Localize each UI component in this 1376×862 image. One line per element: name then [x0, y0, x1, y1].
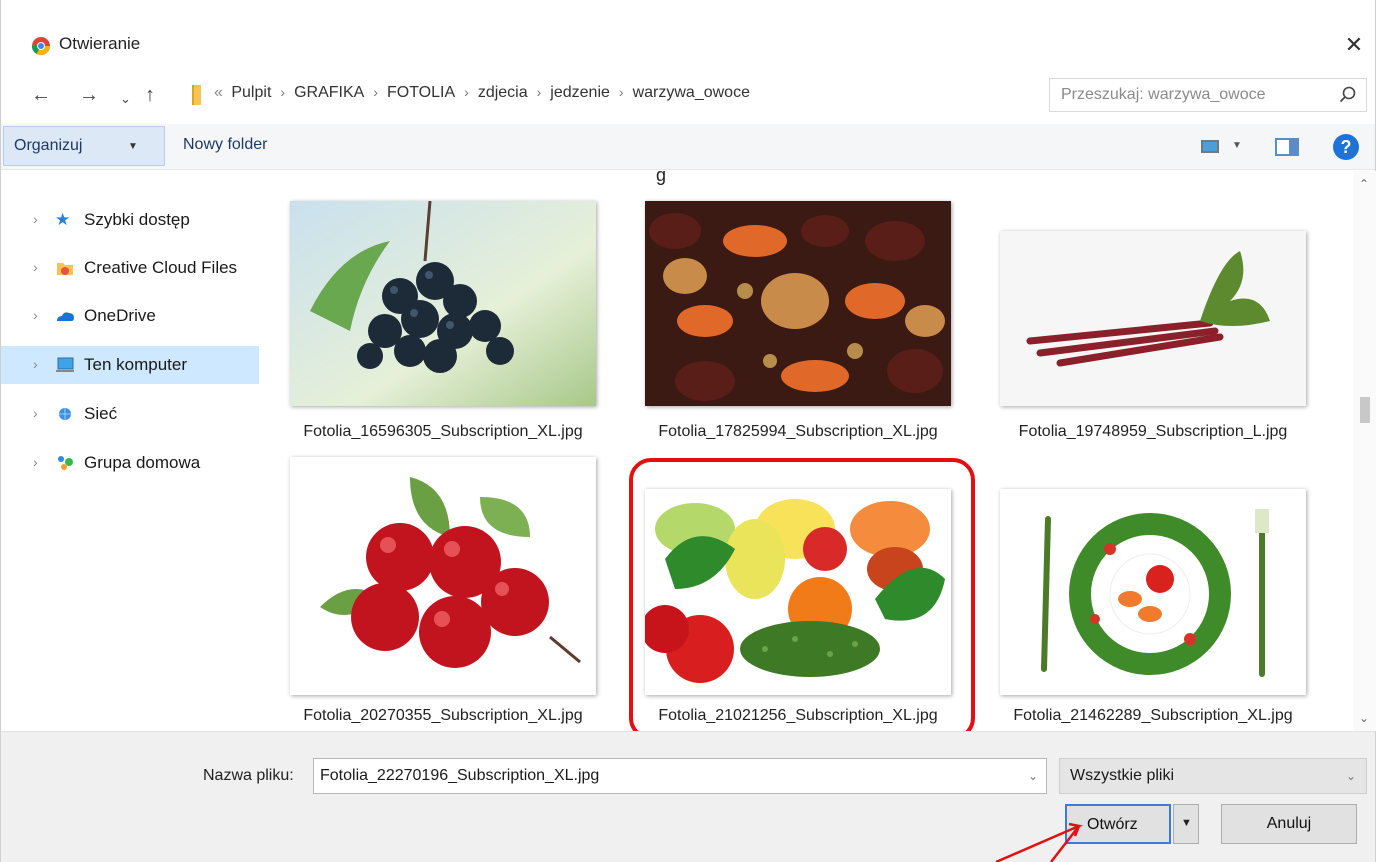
sidebar-item-onedrive[interactable]: › OneDrive: [1, 297, 259, 335]
scrollbar-thumb[interactable]: [1360, 397, 1370, 423]
file-item[interactable]: Fotolia_17825994_Subscription_XL.jpg: [638, 193, 958, 463]
preview-pane-icon[interactable]: [1275, 138, 1299, 156]
breadcrumb-separator[interactable]: ›: [610, 84, 633, 100]
partial-file-name: g: [656, 171, 667, 185]
view-options-caret-icon[interactable]: ▼: [1232, 140, 1242, 151]
sidebar-item-homegroup[interactable]: › Grupa domowa: [1, 444, 259, 482]
file-item[interactable]: Fotolia_19748959_Subscription_L.jpg: [993, 193, 1313, 463]
breadcrumb-separator[interactable]: ›: [271, 84, 294, 100]
breadcrumb-item[interactable]: Pulpit: [231, 84, 271, 101]
address-row: ← → ⌄ ↑ « Pulpit › GRAFIKA › FOTOLIA › zdjecia…: [1, 78, 1375, 114]
annotation-arrow: [995, 822, 1084, 862]
creative-cloud-icon: [55, 259, 75, 277]
navigation-pane: › ★ Szybki dostęp › Creative Cloud Files…: [1, 171, 263, 731]
sidebar-item-quick-access[interactable]: › ★ Szybki dostęp: [1, 201, 259, 239]
sidebar-item-label: Szybki dostęp: [84, 210, 190, 229]
chevron-down-icon: ⌄: [1345, 769, 1356, 783]
file-name: Fotolia_21462289_Subscription_XL.jpg: [1013, 707, 1293, 724]
file-item[interactable]: Fotolia_21462289_Subscription_XL.jpg: [993, 449, 1313, 724]
window-title: Otwieranie: [59, 34, 141, 53]
homegroup-icon: [55, 454, 75, 472]
thumbnail-image: [290, 201, 596, 406]
new-folder-button[interactable]: Nowy folder: [183, 136, 267, 154]
sidebar-item-label: Grupa domowa: [84, 453, 201, 472]
file-name: Fotolia_17825994_Subscription_XL.jpg: [658, 423, 938, 440]
open-options-button[interactable]: ▼: [1173, 804, 1199, 844]
filename-field[interactable]: Fotolia_22270196_Subscription_XL.jpg ⌄: [313, 758, 1047, 794]
change-view-icon[interactable]: [1201, 140, 1219, 153]
star-icon: ★: [55, 210, 71, 229]
organize-label: Organizuj: [14, 137, 83, 154]
command-bar: Organizuj ▼ Nowy folder ▼ ?: [1, 124, 1375, 170]
forward-button[interactable]: →: [79, 82, 99, 108]
filename-label: Nazwa pliku:: [203, 767, 294, 784]
chevron-down-icon[interactable]: ⌄: [1028, 769, 1038, 783]
footer-bar: Nazwa pliku: Fotolia_22270196_Subscripti…: [1, 731, 1375, 862]
back-button[interactable]: ←: [31, 82, 51, 108]
open-file-dialog: Otwieranie ✕ ← → ⌄ ↑ « Pulpit › GRAFIKA › FO…: [0, 0, 1376, 862]
up-button[interactable]: ↑: [145, 82, 155, 108]
recent-locations-button[interactable]: ⌄: [120, 86, 131, 112]
file-item[interactable]: Fotolia_21021256_Subscription_XL.jpg: [638, 449, 958, 724]
file-item[interactable]: Fotolia_16596305_Subscription_XL.jpg: [283, 193, 603, 463]
search-icon[interactable]: [1338, 85, 1358, 105]
search-input[interactable]: Przeszukaj: warzywa_owoce: [1049, 78, 1367, 112]
breadcrumb-item[interactable]: jedzenie: [550, 84, 610, 101]
breadcrumb-overflow[interactable]: «: [214, 84, 223, 101]
caret-down-icon: ▼: [1181, 817, 1192, 829]
thumbnail-image: [290, 457, 596, 695]
expand-chevron-icon[interactable]: ›: [33, 307, 38, 323]
breadcrumb-separator[interactable]: ›: [455, 84, 478, 100]
folder-icon: [192, 85, 201, 105]
breadcrumb-item[interactable]: FOTOLIA: [387, 84, 455, 101]
network-icon: [55, 405, 75, 423]
file-list: g Fotolia_16596305_Subscription_XL.jpg F…: [263, 171, 1353, 731]
breadcrumb-separator[interactable]: ›: [364, 84, 387, 100]
sidebar-item-creative-cloud[interactable]: › Creative Cloud Files: [1, 249, 259, 287]
title-bar: Otwieranie ✕: [1, 0, 1375, 86]
file-name: Fotolia_21021256_Subscription_XL.jpg: [658, 707, 938, 724]
expand-chevron-icon[interactable]: ›: [33, 454, 38, 470]
cancel-button[interactable]: Anuluj: [1221, 804, 1357, 844]
caret-down-icon: ▼: [128, 141, 138, 152]
filename-value: Fotolia_22270196_Subscription_XL.jpg: [320, 767, 600, 784]
breadcrumb-item[interactable]: zdjecia: [478, 84, 528, 101]
cancel-button-label: Anuluj: [1266, 815, 1312, 832]
sidebar-item-label: Ten komputer: [84, 355, 187, 374]
organize-button[interactable]: Organizuj ▼: [3, 126, 165, 166]
breadcrumb: « Pulpit › GRAFIKA › FOTOLIA › zdjecia › jedzeni…: [214, 84, 750, 102]
breadcrumb-item[interactable]: warzywa_owoce: [633, 84, 750, 101]
sidebar-item-label: Creative Cloud Files: [84, 258, 238, 277]
thumbnail-image: [1000, 489, 1306, 695]
breadcrumb-separator[interactable]: ›: [528, 84, 551, 100]
sidebar-item-this-pc[interactable]: › Ten komputer: [1, 346, 259, 384]
chrome-icon: [31, 37, 50, 56]
expand-chevron-icon[interactable]: ›: [33, 211, 38, 227]
sidebar-item-label: Sieć: [84, 404, 118, 423]
file-name: Fotolia_19748959_Subscription_L.jpg: [1018, 423, 1288, 440]
file-item[interactable]: Fotolia_20270355_Subscription_XL.jpg: [283, 449, 603, 724]
help-icon[interactable]: ?: [1333, 134, 1359, 160]
file-name: Fotolia_16596305_Subscription_XL.jpg: [303, 423, 583, 440]
sidebar-item-network[interactable]: › Sieć: [1, 395, 259, 433]
vertical-scrollbar[interactable]: ⌃ ⌄: [1353, 171, 1376, 731]
address-bar[interactable]: « Pulpit › GRAFIKA › FOTOLIA › zdjecia › jedzeni…: [184, 78, 1206, 112]
expand-chevron-icon[interactable]: ›: [33, 405, 38, 421]
expand-chevron-icon[interactable]: ›: [33, 259, 38, 275]
thumbnail-image: [1000, 231, 1306, 406]
expand-chevron-icon[interactable]: ›: [33, 356, 38, 372]
thumbnail-image: [645, 489, 951, 695]
onedrive-icon: [55, 307, 75, 325]
close-button[interactable]: ✕: [1339, 30, 1369, 60]
scroll-up-icon[interactable]: ⌃: [1359, 177, 1369, 191]
file-type-select[interactable]: Wszystkie pliki ⌄: [1059, 758, 1367, 794]
computer-icon: [55, 356, 75, 374]
breadcrumb-item[interactable]: GRAFIKA: [294, 84, 364, 101]
thumbnail-image: [645, 201, 951, 406]
file-type-value: Wszystkie pliki: [1070, 767, 1175, 784]
scroll-down-icon[interactable]: ⌄: [1359, 711, 1369, 725]
sidebar-item-label: OneDrive: [84, 306, 156, 325]
file-name: Fotolia_20270355_Subscription_XL.jpg: [303, 707, 583, 724]
search-placeholder: Przeszukaj: warzywa_owoce: [1061, 86, 1266, 103]
